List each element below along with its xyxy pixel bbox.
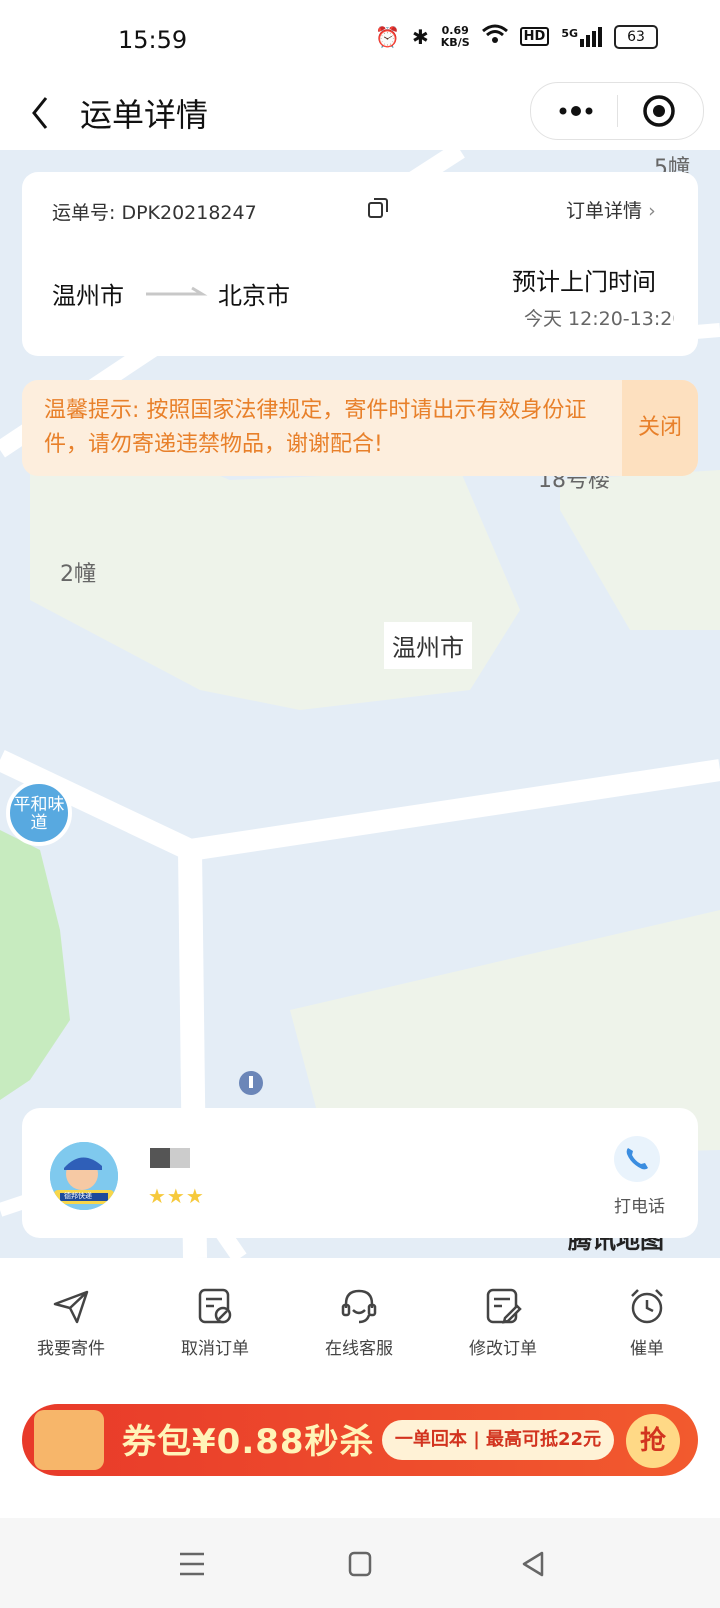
courier-name	[150, 1148, 190, 1168]
location-pin-icon	[239, 1071, 263, 1095]
more-button[interactable]	[551, 93, 601, 129]
copy-icon	[368, 198, 388, 218]
status-time: 15:59	[118, 26, 188, 54]
wifi-icon	[481, 24, 508, 49]
online-service-button[interactable]: 在线客服	[304, 1286, 414, 1366]
eta-time: 今天 12:20-13:20	[524, 308, 674, 330]
notice-banner: 温馨提示: 按照国家法律规定，寄件时请出示有效身份证件，请勿寄递违禁物品，谢谢配…	[22, 380, 698, 476]
from-city: 温州市	[52, 282, 124, 310]
route-arrow-icon	[146, 286, 208, 296]
notice-text: 温馨提示: 按照国家法律规定，寄件时请出示有效身份证件，请勿寄递违禁物品，谢谢配…	[44, 398, 587, 457]
courier-card: 德邦快递 ★★★ 打电话	[22, 1108, 698, 1238]
action-label: 我要寄件	[37, 1339, 105, 1359]
courier-company-badge: 德邦快递	[64, 1192, 92, 1200]
courier-avatar: 德邦快递	[50, 1142, 118, 1210]
battery-icon: 63	[614, 24, 658, 49]
alarm-clock-icon	[631, 1289, 663, 1324]
send-plane-icon	[53, 1290, 89, 1324]
cancel-order-button[interactable]: 取消订单	[160, 1286, 270, 1366]
net-speed: 0.69 KB/S	[440, 24, 470, 49]
eta-label: 预计上门时间	[512, 268, 656, 296]
menu-icon	[180, 1552, 204, 1576]
poi-marker[interactable]: 平和味道	[6, 780, 72, 846]
signal-label: 5G	[561, 26, 578, 40]
headset-icon	[341, 1289, 377, 1324]
net-speed-unit: KB/S	[440, 35, 470, 49]
call-label: 打电话	[614, 1197, 665, 1217]
map-label: 2幢	[60, 562, 96, 587]
edit-order-icon	[486, 1288, 522, 1324]
coupon-promo-banner[interactable]: 券包¥0.88秒杀 一单回本 | 最高可抵22元 抢	[22, 1404, 698, 1476]
chevron-right-icon: ›	[648, 200, 656, 222]
status-bar: 15:59 ⏰ ✱ 0.69 KB/S HD 5G 63	[0, 0, 720, 80]
back-nav-button[interactable]	[510, 1540, 558, 1588]
back-triangle-icon	[522, 1551, 544, 1577]
map-city-label: 温州市	[384, 622, 472, 669]
page-title: 运单详情	[80, 96, 209, 134]
action-label: 在线客服	[325, 1339, 393, 1359]
order-detail-label: 订单详情	[566, 200, 643, 222]
signal-icon: 5G	[561, 26, 602, 47]
notice-close-button[interactable]: 关闭	[622, 380, 698, 476]
action-label: 修改订单	[469, 1339, 537, 1359]
action-label: 取消订单	[181, 1339, 249, 1359]
menu-nav-button[interactable]	[168, 1540, 216, 1588]
home-square-icon	[348, 1551, 372, 1577]
order-card: 运单号: DPK20218247 订单详情 › 温州市 北京市 预计上门时间 今…	[22, 172, 698, 356]
hd-icon: HD	[519, 27, 550, 46]
alarm-icon: ⏰	[375, 24, 401, 49]
courier-rating-stars: ★★★	[148, 1184, 205, 1208]
bluetooth-icon: ✱	[412, 24, 429, 49]
close-mini-program-button[interactable]	[641, 93, 677, 129]
target-icon	[643, 95, 675, 127]
cancel-order-icon	[198, 1288, 232, 1324]
phone-icon	[626, 1148, 648, 1170]
promo-main-text: 券包¥0.88秒杀	[122, 1422, 375, 1462]
action-label: 催单	[630, 1339, 664, 1359]
edit-order-button[interactable]: 修改订单	[448, 1286, 558, 1366]
send-package-button[interactable]: 我要寄件	[16, 1286, 126, 1366]
bottom-action-panel: 我要寄件 取消订单 在线客服 修改订单 催单 券包¥0.88秒杀 一单回本 | …	[0, 1262, 720, 1518]
coupon-gift-icon	[34, 1410, 104, 1470]
urge-order-button[interactable]: 催单	[592, 1286, 702, 1366]
capsule-divider	[617, 95, 618, 127]
call-courier-button[interactable]	[614, 1136, 660, 1182]
mini-program-capsule	[530, 82, 704, 140]
status-icons: ⏰ ✱ 0.69 KB/S HD 5G 63	[375, 24, 658, 49]
system-nav-bar	[0, 1518, 720, 1608]
back-arrow-icon	[32, 97, 48, 129]
promo-sub-text: 一单回本 | 最高可抵22元	[382, 1420, 614, 1460]
order-number: 运单号: DPK20218247	[52, 202, 257, 224]
back-button[interactable]	[26, 88, 66, 138]
copy-button[interactable]	[366, 196, 390, 220]
home-nav-button[interactable]	[336, 1540, 384, 1588]
grab-button[interactable]: 抢	[626, 1414, 680, 1468]
to-city: 北京市	[218, 282, 290, 310]
order-detail-link[interactable]: 订单详情 ›	[566, 196, 656, 223]
page-header: 运单详情	[0, 80, 720, 150]
more-dots-icon	[559, 106, 593, 116]
